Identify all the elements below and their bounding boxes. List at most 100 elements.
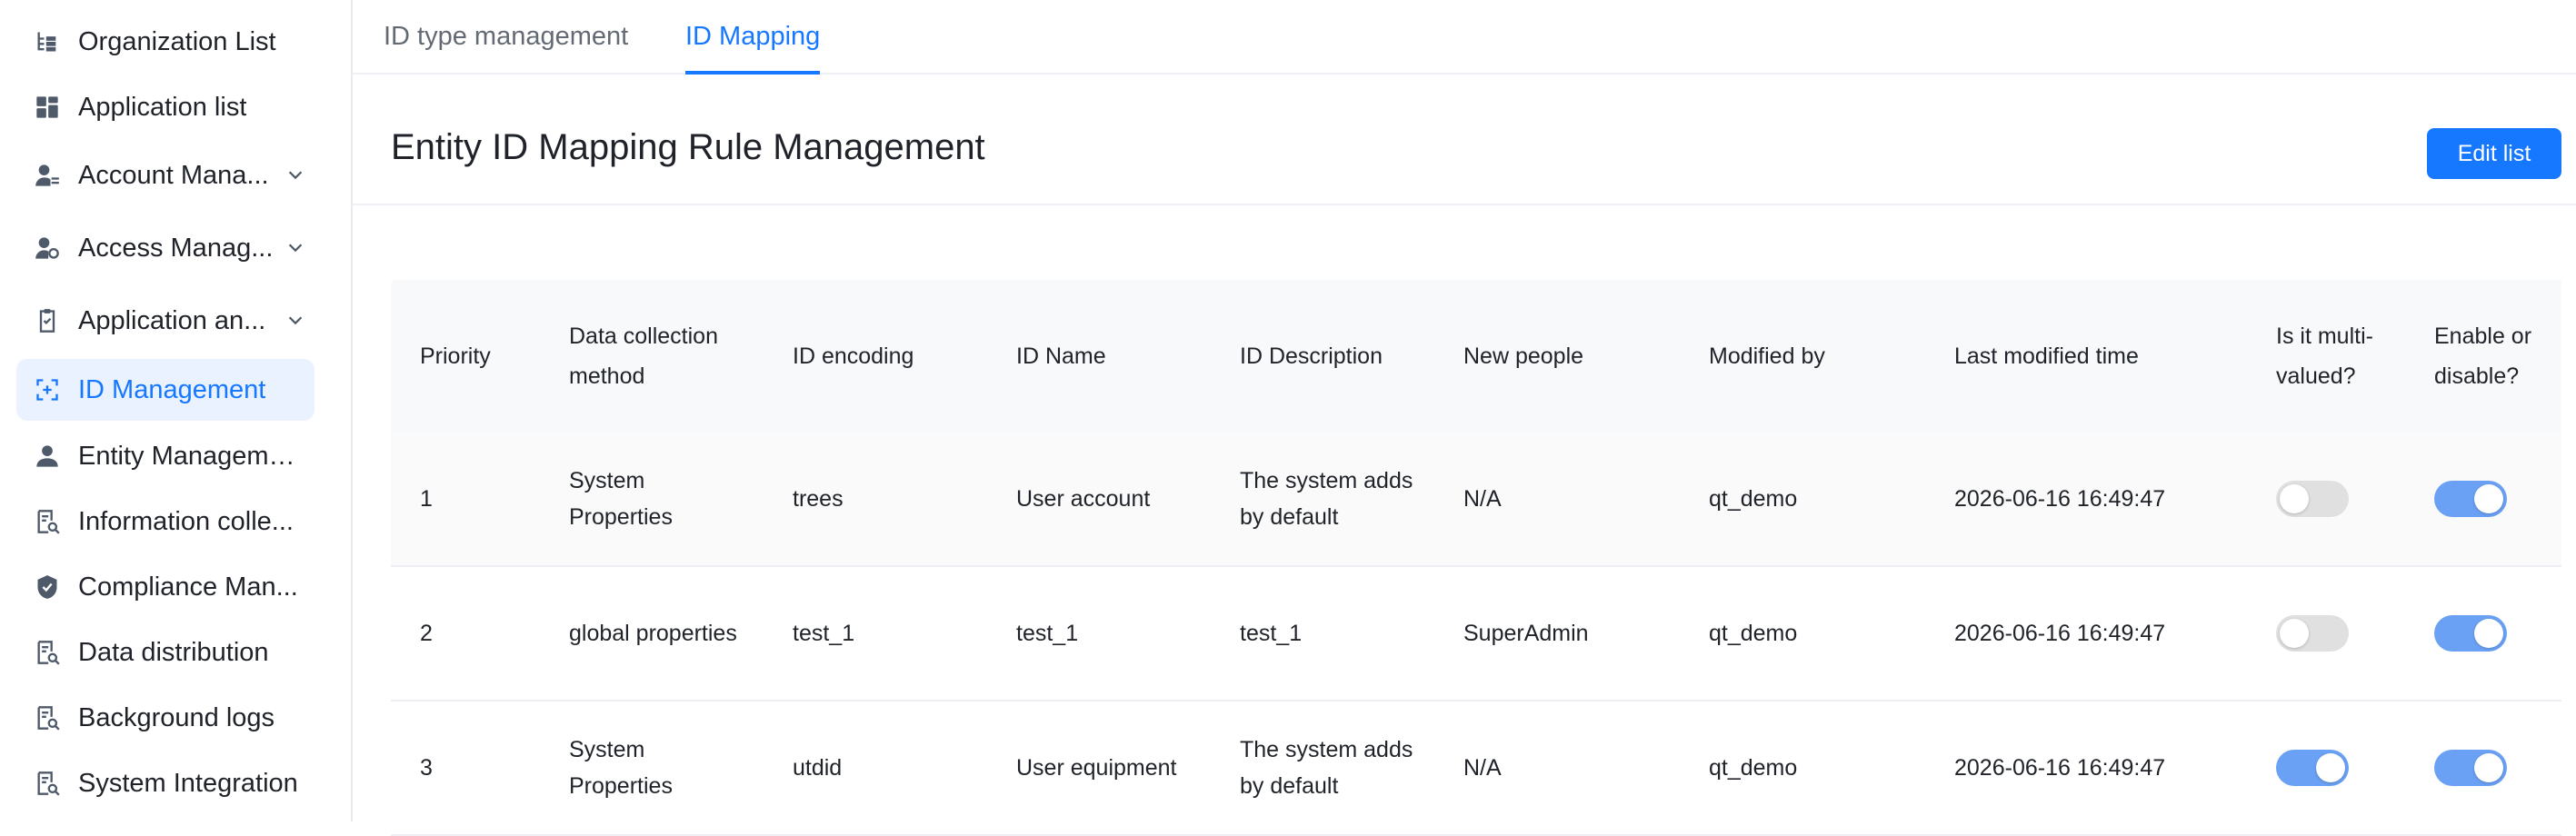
page-title: Entity ID Mapping Rule Management: [391, 127, 985, 167]
column-header-priority: Priority: [420, 343, 491, 369]
name-cell: User account: [1016, 486, 1151, 512]
doc-search-icon: [35, 705, 60, 731]
encoding-cell: trees: [793, 486, 844, 512]
sidebar-item-label: Information colle...: [78, 506, 294, 536]
table-row: 2 global properties test_1 test_1 test_1…: [391, 567, 2561, 702]
column-header-id-encoding: ID encoding: [793, 343, 914, 369]
org-tree-icon: [35, 29, 60, 55]
multi-valued-cell: [2276, 433, 2349, 565]
sidebar-item-label: System Integration: [78, 768, 298, 798]
multi-valued-toggle[interactable]: [2276, 750, 2349, 786]
doc-search-icon: [35, 640, 60, 665]
sidebar-item-application-list[interactable]: Application list: [16, 76, 315, 138]
toggle-knob: [2474, 619, 2503, 648]
column-header-modified-by: Modified by: [1709, 343, 1825, 369]
shield-icon: [35, 574, 60, 600]
encoding-cell: utdid: [793, 755, 843, 781]
toggle-knob: [2474, 484, 2503, 513]
multi-valued-toggle[interactable]: [2276, 615, 2349, 652]
description-cell: The system adds by default: [1240, 737, 1413, 799]
column-header-new-people: New people: [1463, 343, 1584, 369]
edit-list-button[interactable]: Edit list: [2427, 128, 2561, 179]
tab-bar: ID type management ID Mapping: [353, 0, 2576, 75]
priority-cell: 1: [420, 486, 433, 512]
name-cell: test_1: [1016, 621, 1079, 646]
enabled-cell: [2434, 702, 2507, 834]
sidebar-item-label: Application an...: [78, 305, 266, 335]
apps-grid-icon: [35, 95, 60, 120]
doc-search-icon: [35, 509, 60, 534]
sidebar-item-label: Application list: [78, 92, 247, 122]
table-header: Priority Data collection method ID encod…: [391, 280, 2561, 433]
sidebar-item-compliance-management[interactable]: Compliance Man...: [16, 556, 315, 618]
sidebar-item-label: Access Manag...: [78, 233, 274, 263]
tab-id-mapping[interactable]: ID Mapping: [685, 0, 821, 75]
person-icon: [35, 443, 60, 469]
creator-cell: N/A: [1463, 486, 1502, 512]
column-header-multi-valued: Is it multi-valued?: [2276, 323, 2373, 389]
priority-cell: 2: [420, 621, 433, 646]
enabled-cell: [2434, 433, 2507, 565]
sidebar-item-data-distribution[interactable]: Data distribution: [16, 622, 315, 683]
enable-toggle[interactable]: [2434, 615, 2507, 652]
toggle-knob: [2316, 753, 2345, 782]
enable-toggle[interactable]: [2434, 750, 2507, 786]
account-icon: [35, 163, 60, 188]
description-cell: test_1: [1240, 621, 1303, 646]
modifier-cell: qt_demo: [1709, 755, 1798, 781]
encoding-cell: test_1: [793, 621, 855, 646]
method-cell: System Properties: [569, 468, 673, 530]
description-cell: The system adds by default: [1240, 468, 1413, 530]
sidebar-item-label: Background logs: [78, 702, 275, 732]
id-icon: [35, 377, 60, 403]
method-cell: System Properties: [569, 737, 673, 799]
sidebar-item-entity-management[interactable]: Entity Management: [16, 425, 315, 487]
access-icon: [35, 235, 60, 261]
enable-toggle[interactable]: [2434, 481, 2507, 517]
creator-cell: N/A: [1463, 755, 1502, 781]
table-row: 3 System Properties utdid User equipment…: [391, 702, 2561, 836]
sidebar-item-label: ID Management: [78, 374, 266, 404]
divider: [353, 204, 2576, 205]
chevron-down-icon: [288, 316, 303, 325]
id-mapping-table: Priority Data collection method ID encod…: [391, 280, 2561, 836]
creator-cell: SuperAdmin: [1463, 621, 1589, 646]
sidebar-item-label: Compliance Man...: [78, 572, 298, 602]
column-header-last-modified-time: Last modified time: [1954, 343, 2139, 369]
sidebar-item-id-management[interactable]: ID Management: [16, 359, 315, 421]
multi-valued-toggle[interactable]: [2276, 481, 2349, 517]
modified-time-cell: 2026-06-16 16:49:47: [1954, 755, 2166, 781]
sidebar-item-label: Entity Management: [78, 441, 298, 471]
tab-id-type-management[interactable]: ID type management: [384, 0, 628, 73]
column-header-id-description: ID Description: [1240, 343, 1383, 369]
multi-valued-cell: [2276, 702, 2349, 834]
priority-cell: 3: [420, 755, 433, 781]
table-row: 1 System Properties trees User account T…: [391, 433, 2561, 567]
chevron-down-icon: [288, 171, 303, 180]
sidebar-item-access-management[interactable]: Access Manag...: [16, 217, 315, 279]
column-header-id-name: ID Name: [1016, 343, 1106, 369]
modified-time-cell: 2026-06-16 16:49:47: [1954, 621, 2166, 646]
sidebar-item-application-and-more[interactable]: Application an...: [16, 290, 315, 352]
toggle-knob: [2280, 484, 2309, 513]
multi-valued-cell: [2276, 567, 2349, 700]
name-cell: User equipment: [1016, 755, 1177, 781]
enabled-cell: [2434, 567, 2507, 700]
sidebar-item-information-collection[interactable]: Information colle...: [16, 491, 315, 552]
sidebar-item-label: Organization List: [78, 26, 276, 56]
sidebar-item-label: Data distribution: [78, 637, 269, 667]
sidebar-item-organization-list[interactable]: Organization List: [16, 11, 315, 73]
sidebar-item-system-integration[interactable]: System Integration: [16, 752, 315, 814]
doc-search-icon: [35, 771, 60, 796]
sidebar-item-background-logs[interactable]: Background logs: [16, 687, 315, 749]
modifier-cell: qt_demo: [1709, 486, 1798, 512]
modifier-cell: qt_demo: [1709, 621, 1798, 646]
modified-time-cell: 2026-06-16 16:49:47: [1954, 486, 2166, 512]
sidebar-item-account-management[interactable]: Account Mana...: [16, 144, 315, 206]
toggle-knob: [2474, 753, 2503, 782]
clipboard-icon: [35, 308, 60, 333]
column-header-enable-disable: Enable or disable?: [2434, 323, 2532, 389]
sidebar-item-label: Account Mana...: [78, 160, 269, 190]
method-cell: global properties: [569, 621, 737, 646]
toggle-knob: [2280, 619, 2309, 648]
